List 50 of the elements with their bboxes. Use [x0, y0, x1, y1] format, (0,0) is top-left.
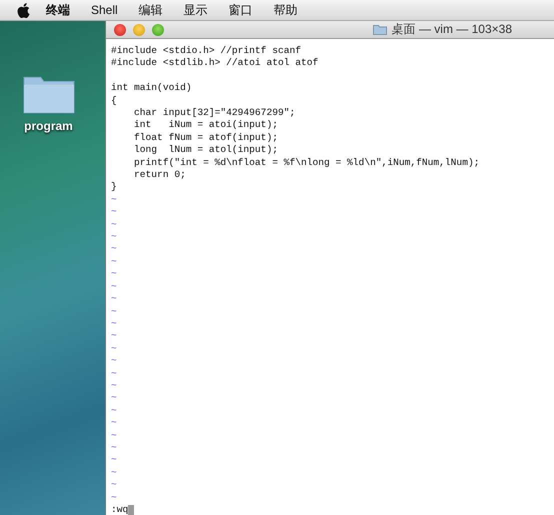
menu-item[interactable]: 编辑	[138, 2, 163, 18]
folder-label[interactable]: program	[24, 119, 73, 133]
empty-line-marker: ~	[111, 218, 117, 232]
empty-line-marker: ~	[111, 256, 117, 268]
empty-line-marker: ~	[111, 306, 117, 318]
close-button[interactable]	[114, 24, 126, 36]
empty-line-marker: ~	[111, 442, 117, 454]
code-line: float fNum = atof(input);	[133, 132, 278, 144]
menu-item[interactable]: 显示	[184, 2, 208, 18]
empty-line-marker: ~	[111, 231, 117, 244]
menu-item[interactable]: 终端	[46, 2, 70, 18]
menu-item[interactable]: Shell	[91, 3, 118, 17]
empty-line-marker: ~	[111, 404, 117, 418]
code-line: int main(void)	[111, 82, 192, 95]
empty-line-marker: ~	[111, 454, 117, 467]
code-line: }	[111, 181, 117, 194]
code-line: char input[32]="4294967299";	[133, 107, 296, 120]
empty-line-marker: ~	[111, 492, 117, 504]
apple-logo-icon[interactable]	[17, 2, 30, 18]
empty-line-marker: ~	[111, 243, 117, 256]
empty-line-marker: ~	[111, 466, 117, 480]
empty-line-marker: ~	[111, 194, 117, 206]
empty-line-marker: ~	[111, 268, 117, 281]
empty-line-marker: ~	[111, 479, 117, 492]
empty-line-marker: ~	[111, 368, 117, 380]
empty-line-marker: ~	[111, 417, 117, 430]
window-title: 桌面 — vim — 103×38	[392, 21, 512, 38]
menu-item[interactable]: 窗口	[228, 2, 253, 18]
empty-line-marker: ~	[111, 355, 117, 368]
command-line[interactable]: :wq	[111, 504, 128, 515]
code-line: #include <stdio.h> //printf scanf	[111, 45, 301, 58]
empty-line-marker: ~	[111, 342, 117, 356]
empty-line-marker: ~	[111, 330, 117, 343]
folder-icon	[372, 24, 387, 35]
empty-line-marker: ~	[111, 392, 117, 405]
code-line: #include <stdlib.h> //atoi atol atof	[111, 57, 318, 70]
empty-line-marker: ~	[111, 280, 117, 294]
menu-item[interactable]: 帮助	[274, 2, 298, 18]
empty-line-marker: ~	[111, 206, 117, 219]
empty-line-marker: ~	[111, 380, 117, 392]
code-line: return 0;	[133, 169, 186, 182]
text-cursor	[128, 504, 134, 515]
code-line: {	[111, 94, 117, 108]
code-line: long lNum = atol(input);	[133, 144, 278, 157]
zoom-button[interactable]	[152, 24, 164, 36]
empty-line-marker: ~	[111, 293, 117, 306]
code-line: int iNum = atoi(input);	[133, 119, 278, 132]
empty-line-marker: ~	[111, 430, 117, 442]
empty-line-marker: ~	[111, 318, 117, 330]
code-line: printf("int = %d\nfloat = %f\nlong = %ld\n",iNum,fNum,lNum);	[133, 156, 480, 170]
